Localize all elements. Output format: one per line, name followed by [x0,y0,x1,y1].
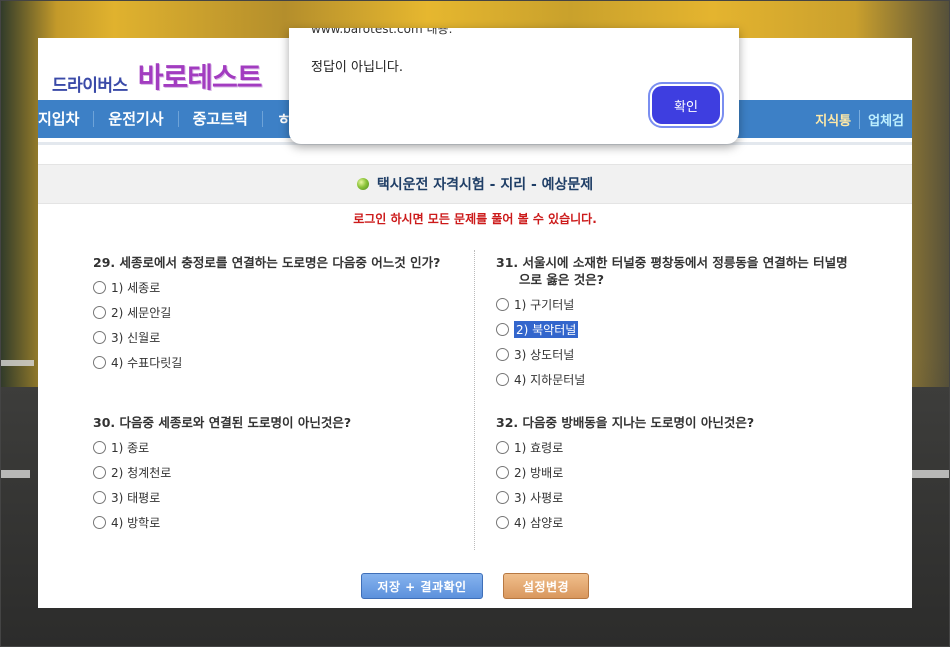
radio-button[interactable] [93,281,106,294]
question-32: 32. 다음중 방배동을 지나는 도로명이 아닌것은? 1) 효령로 2) 방배… [496,414,856,531]
option[interactable]: 2) 청계천로 [93,464,453,481]
option-label-selected[interactable]: 2) 북악터널 [514,321,579,338]
nav-item-driver[interactable]: 운전기사 [94,111,179,127]
question-title: 31. 서울시에 소재한 터널중 평창동에서 정릉동을 연결하는 터널명으로 옳… [496,255,848,287]
option[interactable]: 1) 종로 [93,439,453,456]
radio-button[interactable] [93,356,106,369]
option[interactable]: 1) 구기터널 [496,296,856,313]
option[interactable]: 2) 세문안길 [93,304,453,321]
option[interactable]: 2) 방배로 [496,464,856,481]
option-label[interactable]: 2) 청계천로 [111,464,171,481]
nav-right: 지식통 업체검 [807,109,912,129]
radio-button[interactable] [496,373,509,386]
radio-button[interactable] [93,516,106,529]
option[interactable]: 2) 북악터널 [496,321,856,338]
logo-big-text: 바로테스트 [137,62,263,93]
option-label[interactable]: 3) 사평로 [514,489,563,506]
option-label[interactable]: 3) 상도터널 [514,346,574,363]
option-label[interactable]: 4) 수표다릿길 [111,354,182,371]
radio-button[interactable] [496,441,509,454]
section-title-bar: 택시운전 자격시험 - 지리 - 예상문제 [38,164,912,204]
option-label[interactable]: 4) 방학로 [111,514,160,531]
question-title: 29. 세종로에서 충정로를 연결하는 도로명은 다음중 어느것 인가? [93,255,441,270]
road-marking [0,470,30,478]
option-label[interactable]: 3) 태평로 [111,489,160,506]
alert-dialog: www.barotest.com 내용: 정답이 아닙니다. 확인 [289,28,739,144]
dialog-origin: www.barotest.com 내용: [311,28,453,36]
radio-button[interactable] [93,466,106,479]
confirm-button[interactable]: 확인 [652,86,720,124]
site-logo[interactable]: 드라이버스 바로테스트 [52,56,263,96]
nav-item-used-truck[interactable]: 중고트럭 [179,111,263,127]
logo-small-text: 드라이버스 [52,76,128,95]
dialog-message: 정답이 아닙니다. [311,60,403,75]
option-label[interactable]: 1) 세종로 [111,279,160,296]
radio-button[interactable] [496,298,509,311]
option-label[interactable]: 4) 삼양로 [514,514,563,531]
radio-button[interactable] [496,323,509,336]
bullet-dot-icon [356,178,369,190]
action-buttons: 저장 + 결과확인 설정변경 [38,573,912,599]
nav-items: 지입차 운전기사 중고트럭 ㅎ [38,111,305,127]
option-label[interactable]: 1) 구기터널 [514,296,574,313]
login-notice: 로그인 하시면 모든 문제를 풀어 볼 수 있습니다. [353,212,597,226]
option[interactable]: 4) 방학로 [93,514,453,531]
option[interactable]: 1) 효령로 [496,439,856,456]
option-label[interactable]: 3) 신월로 [111,329,160,346]
nav-link-company-search[interactable]: 업체검 [860,110,912,129]
option-label[interactable]: 1) 효령로 [514,439,563,456]
change-settings-button[interactable]: 설정변경 [503,573,589,599]
radio-button[interactable] [496,348,509,361]
road-marking [912,470,950,478]
nav-item-jiipcha[interactable]: 지입차 [38,111,95,127]
question-title: 32. 다음중 방배동을 지나는 도로명이 아닌것은? [496,415,755,430]
option-label[interactable]: 1) 종로 [111,439,149,456]
nav-link-knowledge[interactable]: 지식통 [807,109,861,129]
radio-button[interactable] [93,331,106,344]
option[interactable]: 4) 지하문터널 [496,371,856,388]
option[interactable]: 4) 수표다릿길 [93,354,453,371]
option[interactable]: 3) 사평로 [496,489,856,506]
option[interactable]: 4) 삼양로 [496,514,856,531]
column-divider [474,250,475,550]
radio-button[interactable] [93,441,106,454]
option-label[interactable]: 2) 세문안길 [111,304,171,321]
radio-button[interactable] [496,466,509,479]
option[interactable]: 3) 상도터널 [496,346,856,363]
radio-button[interactable] [496,516,509,529]
radio-button[interactable] [496,491,509,504]
radio-button[interactable] [93,306,106,319]
option[interactable]: 3) 태평로 [93,489,453,506]
question-30: 30. 다음중 세종로와 연결된 도로명이 아닌것은? 1) 종로 2) 청계천… [93,414,453,531]
question-title: 30. 다음중 세종로와 연결된 도로명이 아닌것은? [93,415,352,430]
question-31: 31. 서울시에 소재한 터널중 평창동에서 정릉동을 연결하는 터널명으로 옳… [496,254,856,388]
save-and-check-button[interactable]: 저장 + 결과확인 [361,573,483,599]
radio-button[interactable] [93,491,106,504]
option-label[interactable]: 4) 지하문터널 [514,371,585,388]
option[interactable]: 1) 세종로 [93,279,453,296]
option[interactable]: 3) 신월로 [93,329,453,346]
page-title: 택시운전 자격시험 - 지리 - 예상문제 [376,177,594,193]
road-marking [0,360,34,366]
question-29: 29. 세종로에서 충정로를 연결하는 도로명은 다음중 어느것 인가? 1) … [93,254,453,371]
option-label[interactable]: 2) 방배로 [514,464,563,481]
